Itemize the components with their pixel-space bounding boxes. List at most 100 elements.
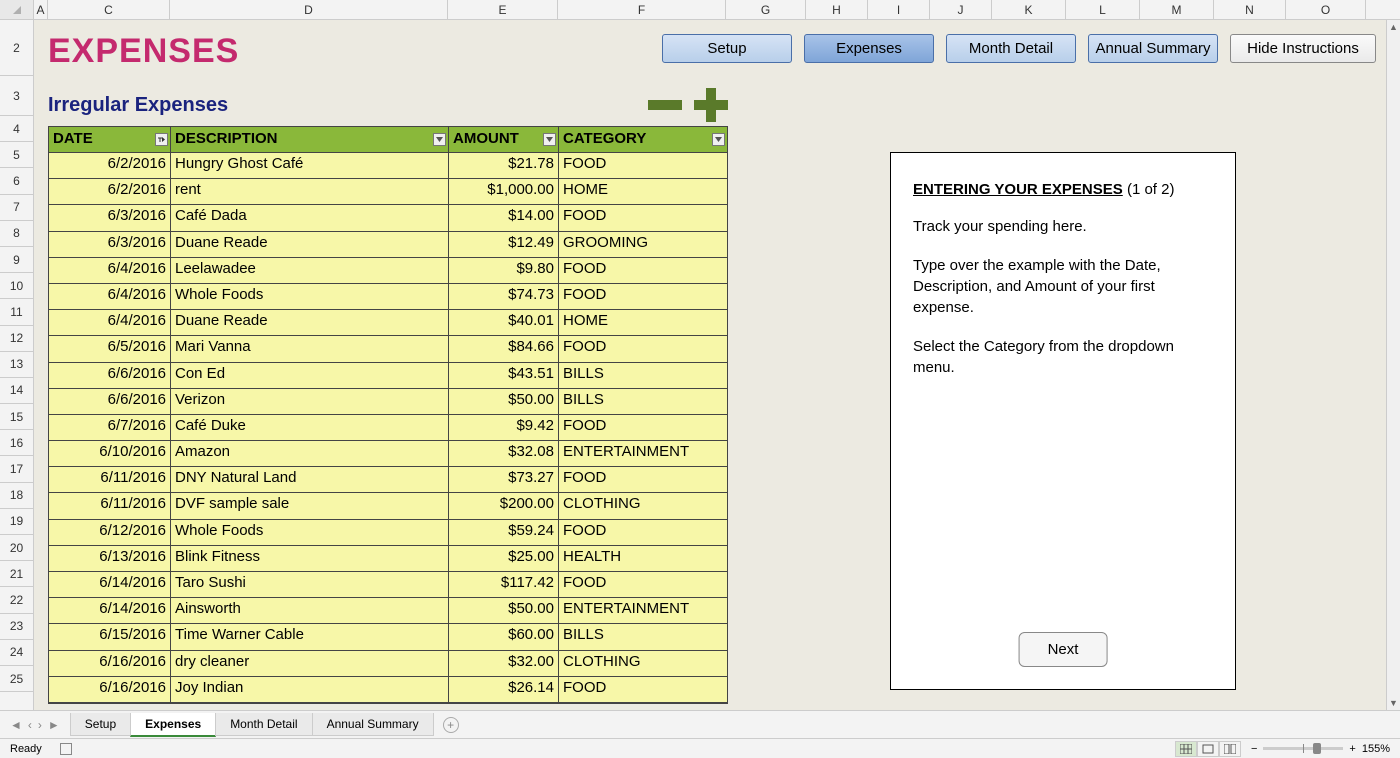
cell-desc[interactable]: Mari Vanna [171, 336, 449, 362]
tab-expenses[interactable]: Expenses [130, 713, 216, 737]
cell-amt[interactable]: $40.01 [449, 310, 559, 336]
column-header[interactable]: J [930, 0, 992, 19]
cell-date[interactable]: 6/16/2016 [49, 677, 171, 703]
row-header[interactable]: 10 [0, 273, 33, 299]
column-header[interactable]: G [726, 0, 806, 19]
cell-amt[interactable]: $50.00 [449, 389, 559, 415]
row-header[interactable]: 11 [0, 299, 33, 325]
cell-cat[interactable]: GROOMING [559, 232, 727, 258]
column-header[interactable]: E [448, 0, 558, 19]
cell-date[interactable]: 6/3/2016 [49, 232, 171, 258]
tab-last-icon[interactable]: ► [46, 718, 62, 732]
cell-cat[interactable]: FOOD [559, 520, 727, 546]
cell-amt[interactable]: $12.49 [449, 232, 559, 258]
cell-desc[interactable]: DNY Natural Land [171, 467, 449, 493]
select-all-corner[interactable] [0, 0, 34, 19]
cell-amt[interactable]: $9.42 [449, 415, 559, 441]
tab-setup[interactable]: Setup [70, 713, 131, 736]
cell-amt[interactable]: $74.73 [449, 284, 559, 310]
cell-desc[interactable]: Con Ed [171, 363, 449, 389]
filter-icon[interactable] [433, 133, 446, 146]
row-header[interactable]: 20 [0, 535, 33, 561]
cell-cat[interactable]: BILLS [559, 624, 727, 650]
cell-cat[interactable]: FOOD [559, 205, 727, 231]
cell-amt[interactable]: $50.00 [449, 598, 559, 624]
cell-desc[interactable]: Duane Reade [171, 310, 449, 336]
cell-date[interactable]: 6/6/2016 [49, 363, 171, 389]
cell-amt[interactable]: $200.00 [449, 493, 559, 519]
table-row[interactable]: 6/3/2016Café Dada$14.00FOOD [49, 205, 727, 231]
cell-desc[interactable]: Leelawadee [171, 258, 449, 284]
next-button[interactable]: Next [1019, 632, 1108, 667]
cell-date[interactable]: 6/7/2016 [49, 415, 171, 441]
cell-amt[interactable]: $21.78 [449, 153, 559, 179]
cell-date[interactable]: 6/5/2016 [49, 336, 171, 362]
setup-button[interactable]: Setup [662, 34, 792, 63]
cell-cat[interactable]: FOOD [559, 258, 727, 284]
cell-amt[interactable]: $14.00 [449, 205, 559, 231]
table-row[interactable]: 6/14/2016Taro Sushi$117.42FOOD [49, 572, 727, 598]
table-row[interactable]: 6/16/2016dry cleaner$32.00CLOTHING [49, 651, 727, 677]
cell-cat[interactable]: CLOTHING [559, 493, 727, 519]
table-row[interactable]: 6/4/2016Leelawadee$9.80FOOD [49, 258, 727, 284]
column-header[interactable]: O [1286, 0, 1366, 19]
row-header[interactable]: 18 [0, 483, 33, 509]
expenses-button[interactable]: Expenses [804, 34, 934, 63]
column-header[interactable]: M [1140, 0, 1214, 19]
cell-desc[interactable]: Blink Fitness [171, 546, 449, 572]
cell-cat[interactable]: FOOD [559, 677, 727, 703]
normal-view-icon[interactable] [1175, 741, 1197, 757]
vertical-scrollbar[interactable]: ▲ ▼ [1386, 20, 1400, 710]
cell-desc[interactable]: Taro Sushi [171, 572, 449, 598]
cell-cat[interactable]: BILLS [559, 363, 727, 389]
filter-icon[interactable] [712, 133, 725, 146]
cell-cat[interactable]: ENTERTAINMENT [559, 598, 727, 624]
table-row[interactable]: 6/11/2016DNY Natural Land$73.27FOOD [49, 467, 727, 493]
table-row[interactable]: 6/2/2016rent$1,000.00HOME [49, 179, 727, 205]
filter-icon[interactable] [155, 133, 168, 146]
scroll-up-icon[interactable]: ▲ [1387, 20, 1400, 34]
cell-amt[interactable]: $32.00 [449, 651, 559, 677]
cell-amt[interactable]: $84.66 [449, 336, 559, 362]
cell-amt[interactable]: $1,000.00 [449, 179, 559, 205]
cell-cat[interactable]: FOOD [559, 336, 727, 362]
table-row[interactable]: 6/4/2016Duane Reade$40.01HOME [49, 310, 727, 336]
table-row[interactable]: 6/12/2016Whole Foods$59.24FOOD [49, 520, 727, 546]
cell-amt[interactable]: $43.51 [449, 363, 559, 389]
cell-amt[interactable]: $32.08 [449, 441, 559, 467]
zoom-in-icon[interactable]: + [1349, 743, 1355, 755]
header-description[interactable]: DESCRIPTION [171, 127, 449, 153]
column-header[interactable]: I [868, 0, 930, 19]
header-date[interactable]: DATE [49, 127, 171, 153]
plus-icon[interactable] [694, 88, 728, 122]
column-header[interactable]: F [558, 0, 726, 19]
cell-date[interactable]: 6/2/2016 [49, 179, 171, 205]
row-header[interactable]: 2 [0, 20, 33, 76]
column-header[interactable]: H [806, 0, 868, 19]
table-row[interactable]: 6/16/2016Joy Indian$26.14FOOD [49, 677, 727, 703]
column-header[interactable]: K [992, 0, 1066, 19]
cell-date[interactable]: 6/14/2016 [49, 598, 171, 624]
annual-summary-button[interactable]: Annual Summary [1088, 34, 1218, 63]
cell-cat[interactable]: FOOD [559, 572, 727, 598]
table-row[interactable]: 6/14/2016Ainsworth$50.00ENTERTAINMENT [49, 598, 727, 624]
filter-icon[interactable] [543, 133, 556, 146]
cell-cat[interactable]: HOME [559, 310, 727, 336]
cell-amt[interactable]: $60.00 [449, 624, 559, 650]
table-row[interactable]: 6/6/2016Verizon$50.00BILLS [49, 389, 727, 415]
cell-desc[interactable]: Whole Foods [171, 520, 449, 546]
cell-amt[interactable]: $9.80 [449, 258, 559, 284]
row-header[interactable]: 9 [0, 247, 33, 273]
column-header[interactable]: C [48, 0, 170, 19]
cell-amt[interactable]: $26.14 [449, 677, 559, 703]
row-header[interactable]: 22 [0, 587, 33, 613]
cell-desc[interactable]: Whole Foods [171, 284, 449, 310]
tab-month-detail[interactable]: Month Detail [215, 713, 312, 736]
header-amount[interactable]: AMOUNT [449, 127, 559, 153]
tab-next-icon[interactable]: › [36, 718, 44, 732]
add-sheet-icon[interactable]: + [443, 717, 459, 733]
row-header[interactable]: 12 [0, 326, 33, 352]
cell-date[interactable]: 6/4/2016 [49, 258, 171, 284]
table-row[interactable]: 6/6/2016Con Ed$43.51BILLS [49, 363, 727, 389]
row-header[interactable]: 17 [0, 456, 33, 482]
